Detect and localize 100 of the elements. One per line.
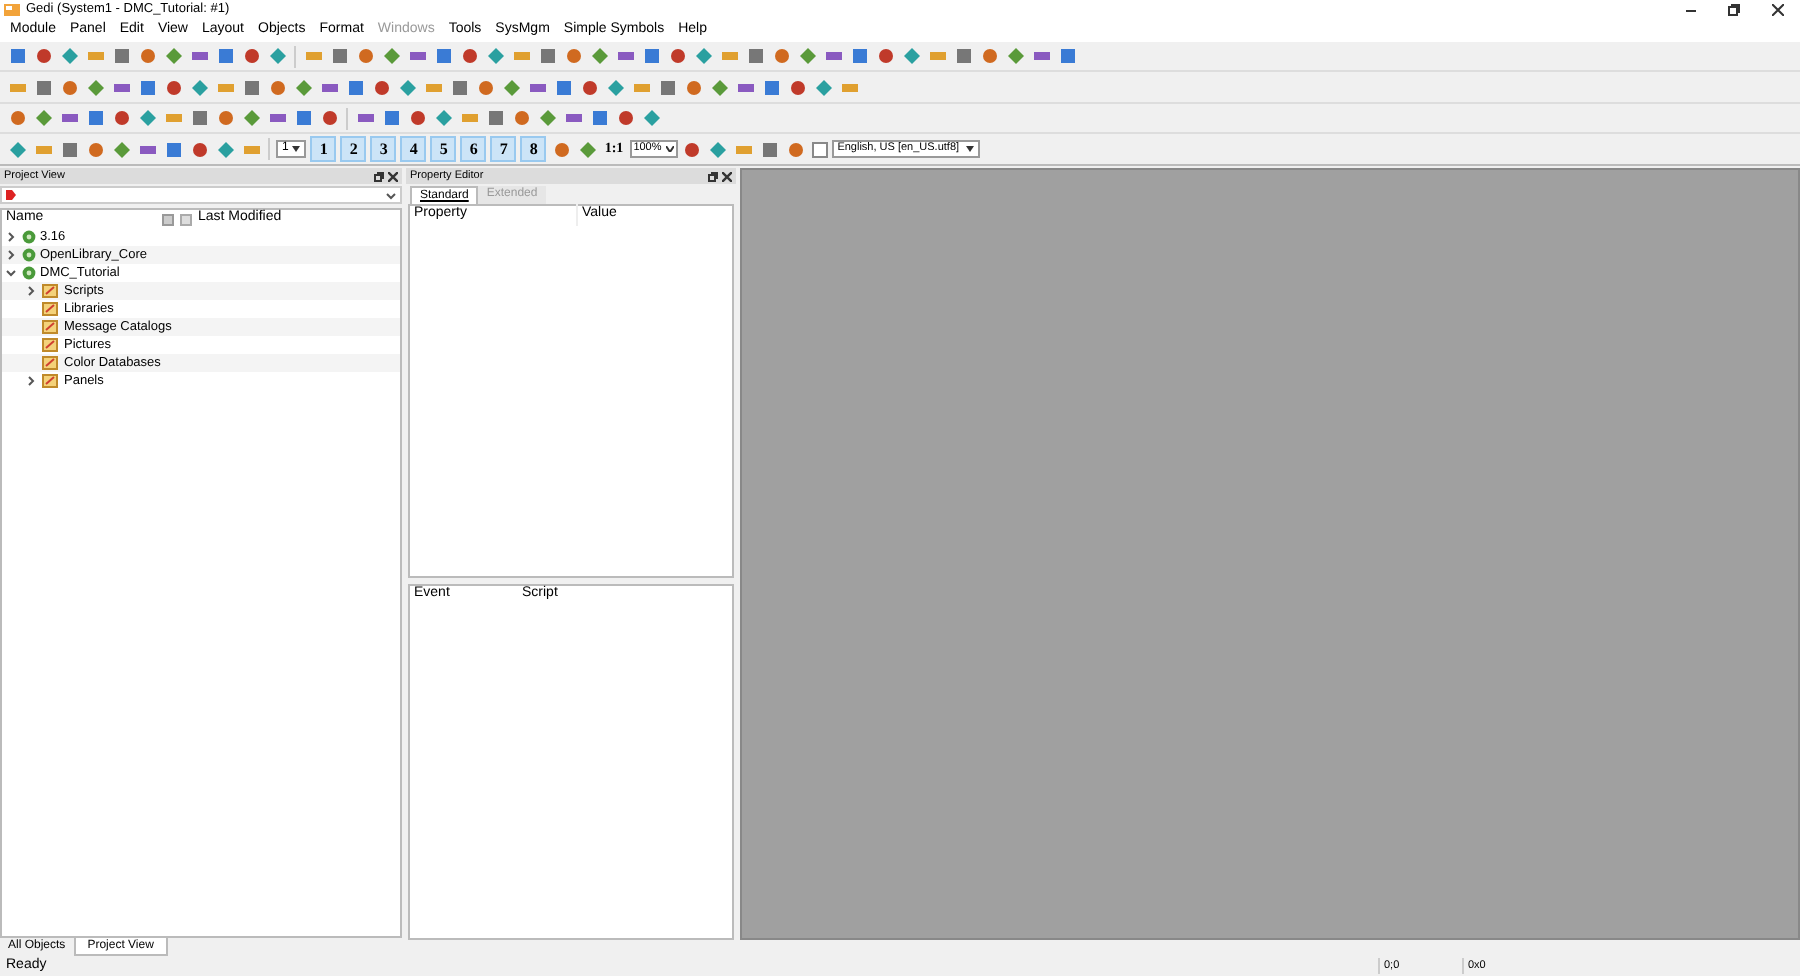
toolbar-button[interactable] [1056,45,1078,67]
toolbar-button[interactable] [536,107,558,129]
toolbar-button[interactable] [448,76,470,98]
toolbar-button[interactable] [318,107,340,129]
layer-toggle[interactable]: 1 [310,136,337,162]
toolbar-button[interactable] [266,45,288,67]
toolbar-button[interactable] [812,76,834,98]
toolbar-button[interactable] [978,45,1000,67]
toolbar-button[interactable] [550,138,573,160]
layer-toggle[interactable]: 6 [460,136,487,162]
toolbar-button[interactable] [474,76,496,98]
toolbar-button[interactable] [760,76,782,98]
toolbar-button[interactable] [588,107,610,129]
toolbar-button[interactable] [692,45,714,67]
toolbar-button[interactable] [58,76,80,98]
toolbar-button[interactable] [796,45,818,67]
toolbar-button[interactable] [354,45,376,67]
toolbar-button[interactable] [380,107,402,129]
toolbar-button[interactable] [6,107,28,129]
toolbar-button[interactable] [484,45,506,67]
float-icon[interactable] [708,171,718,181]
layer-toggle[interactable]: 7 [490,136,517,162]
toolbar-button[interactable] [396,76,418,98]
toolbar-button[interactable] [666,45,688,67]
chevron-right-icon[interactable] [6,232,16,242]
toolbar-button[interactable] [292,107,314,129]
toolbar-button[interactable] [240,45,262,67]
toolbar-button[interactable] [344,76,366,98]
toolbar-button[interactable] [370,76,392,98]
layer-toggle[interactable]: 4 [400,136,427,162]
toolbar-button[interactable] [458,45,480,67]
toolbar-button[interactable] [188,107,210,129]
toolbar-button[interactable] [510,107,532,129]
toolbar-button[interactable] [614,107,636,129]
toolbar-button[interactable] [578,76,600,98]
toolbar-button[interactable] [58,45,80,67]
close-icon[interactable] [722,171,732,181]
toolbar-button[interactable] [84,107,106,129]
toolbar-button[interactable] [32,107,54,129]
toolbar-button[interactable] [552,76,574,98]
toolbar-button[interactable] [188,138,210,160]
layer-toggle[interactable]: 5 [430,136,457,162]
toolbar-button[interactable] [380,45,402,67]
toolbar-button[interactable] [576,138,599,160]
toolbar-button[interactable] [6,138,28,160]
toolbar-button[interactable] [681,138,704,160]
layer-toggle[interactable]: 3 [370,136,397,162]
toolbar-button[interactable] [84,76,106,98]
toolbar-button[interactable] [1004,45,1026,67]
toolbar-button[interactable] [328,45,350,67]
toolbar-button[interactable] [240,76,262,98]
toolbar-button[interactable] [785,138,808,160]
toolbar-button[interactable] [707,138,730,160]
toolbar-button[interactable] [162,45,184,67]
toolbar-button[interactable] [484,107,506,129]
toolbar-button[interactable] [744,45,766,67]
toolbar-button[interactable] [240,107,262,129]
toolbar-button[interactable] [188,76,210,98]
toolbar-button[interactable] [786,76,808,98]
toolbar-button[interactable] [952,45,974,67]
float-icon[interactable] [374,171,384,181]
toolbar-button[interactable] [292,76,314,98]
toolbar-button[interactable] [536,45,558,67]
toolbar-button[interactable] [136,76,158,98]
toolbar-button[interactable] [32,45,54,67]
toolbar-button[interactable] [162,76,184,98]
toolbar-button[interactable] [136,107,158,129]
toolbar-button[interactable] [6,45,28,67]
toolbar-button[interactable] [406,107,428,129]
toolbar-button[interactable] [214,45,236,67]
toolbar-button[interactable] [640,45,662,67]
chevron-right-icon[interactable] [26,376,36,386]
chevron-right-icon[interactable] [26,286,36,296]
toolbar-button[interactable] [110,107,132,129]
toolbar-button[interactable] [214,138,236,160]
chevron-down-icon[interactable] [6,268,16,278]
layer-toggle[interactable]: 8 [520,136,547,162]
toolbar-button[interactable] [214,107,236,129]
color-swatch[interactable] [811,141,828,157]
chevron-right-icon[interactable] [6,250,16,260]
toolbar-button[interactable] [58,138,80,160]
toolbar-button[interactable] [266,76,288,98]
toolbar-button[interactable] [588,45,610,67]
toolbar-button[interactable] [682,76,704,98]
toolbar-button[interactable] [84,138,106,160]
toolbar-button[interactable] [656,76,678,98]
toolbar-button[interactable] [432,45,454,67]
toolbar-button[interactable] [110,138,132,160]
toolbar-button[interactable] [708,76,730,98]
toolbar-button[interactable] [770,45,792,67]
toolbar-button[interactable] [604,76,626,98]
close-icon[interactable] [388,171,398,181]
layer-toggle[interactable]: 2 [340,136,367,162]
toolbar-button[interactable] [162,138,184,160]
toolbar-button[interactable] [500,76,522,98]
toolbar-button[interactable] [848,45,870,67]
toolbar-button[interactable] [562,45,584,67]
toolbar-button[interactable] [110,45,132,67]
toolbar-button[interactable] [640,107,662,129]
toolbar-button[interactable] [32,76,54,98]
